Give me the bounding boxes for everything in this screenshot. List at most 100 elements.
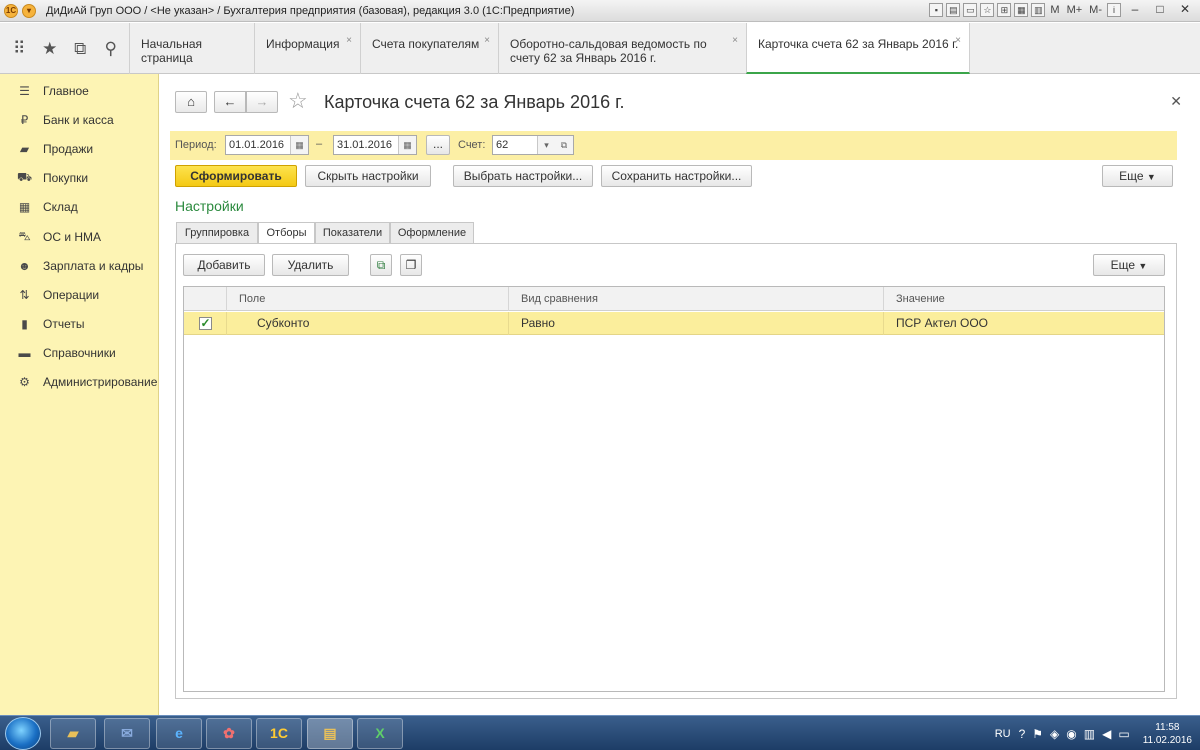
close-icon[interactable]: × bbox=[346, 34, 352, 48]
form-close-icon[interactable]: ✕ bbox=[1170, 93, 1182, 110]
calculator-icon[interactable]: ▥ bbox=[1031, 3, 1046, 17]
header-comparison[interactable]: Вид сравнения bbox=[508, 287, 883, 311]
minimize-button[interactable]: – bbox=[1124, 2, 1146, 18]
arrow-left-icon: ← bbox=[223, 94, 237, 109]
sidebar-item-label: Склад bbox=[43, 200, 78, 215]
tab-indicators[interactable]: Показатели bbox=[315, 222, 390, 244]
volume-icon[interactable]: ◀ bbox=[1102, 727, 1111, 741]
sidebar-item-admin[interactable]: ⚙ Администрирование bbox=[0, 368, 158, 397]
account-field[interactable]: 62 ▾ bbox=[492, 135, 556, 155]
security-icon[interactable]: ◈ bbox=[1050, 727, 1059, 741]
delete-filter-button[interactable]: Удалить bbox=[272, 254, 349, 276]
close-icon[interactable]: × bbox=[484, 34, 490, 48]
sidebar-item-assets[interactable]: ⛍ ОС и НМА bbox=[0, 222, 158, 251]
more-button[interactable]: Еще ▼ bbox=[1102, 165, 1173, 187]
back-button[interactable]: ← bbox=[214, 91, 246, 113]
row-value[interactable]: ПСР Актел ООО bbox=[883, 312, 1164, 335]
tab-home[interactable]: Начальная страница bbox=[129, 23, 254, 74]
grid-menu-icon[interactable]: ⠿ bbox=[7, 39, 31, 59]
chart-icon: ▮ bbox=[21, 317, 28, 332]
app-task[interactable]: ✿ bbox=[206, 718, 252, 749]
date-to-field[interactable]: 31.01.2016 ▦ bbox=[333, 135, 417, 155]
period-select-button[interactable]: ... bbox=[426, 135, 450, 155]
memory-m-button[interactable]: M bbox=[1048, 4, 1061, 16]
open-tabs-bar: ⠿ ★ ⧉ ⚲ Начальная страница Информация × … bbox=[0, 23, 1200, 74]
save-icon[interactable]: ▪ bbox=[929, 3, 944, 17]
sidebar-item-main[interactable]: ☰ Главное bbox=[0, 76, 158, 105]
print-icon[interactable]: ▤ bbox=[946, 3, 961, 17]
generate-button[interactable]: Сформировать bbox=[175, 165, 297, 187]
book-icon: ▬ bbox=[18, 346, 31, 361]
start-button[interactable] bbox=[5, 717, 41, 750]
excel-task[interactable]: X bbox=[357, 718, 403, 749]
chevron-down-icon[interactable]: ▾ bbox=[537, 136, 555, 154]
add-filter-button[interactable]: Добавить bbox=[183, 254, 265, 276]
header-field[interactable]: Поле bbox=[226, 287, 508, 311]
history-icon[interactable]: ⧉ bbox=[68, 39, 92, 59]
filters-more-button[interactable]: Еще ▼ bbox=[1093, 254, 1165, 276]
tab-grouping[interactable]: Группировка bbox=[176, 222, 258, 244]
close-icon[interactable]: × bbox=[955, 34, 961, 48]
home-button[interactable]: ⌂ bbox=[175, 91, 207, 113]
onec-task[interactable]: 1С bbox=[256, 718, 302, 749]
copy-button[interactable]: ❐ bbox=[400, 254, 422, 276]
sidebar-item-directories[interactable]: ▬ Справочники bbox=[0, 339, 158, 368]
calendar-icon[interactable]: ▦ bbox=[398, 136, 416, 154]
save-settings-button[interactable]: Сохранить настройки... bbox=[601, 165, 752, 187]
account-label: Счет: bbox=[458, 139, 486, 151]
sidebar-item-salary[interactable]: ☻ Зарплата и кадры bbox=[0, 251, 158, 280]
tab-turnover-sheet[interactable]: Оборотно-сальдовая ведомость по счету 62… bbox=[498, 23, 746, 74]
table-row[interactable]: ✓ Субконто Равно ПСР Актел ООО bbox=[184, 312, 1164, 335]
favorite-star-icon[interactable]: ☆ bbox=[288, 88, 308, 114]
search-icon[interactable]: ⚲ bbox=[99, 39, 123, 59]
close-icon[interactable]: × bbox=[732, 34, 738, 48]
add-group-button[interactable]: ⧉ bbox=[370, 254, 392, 276]
sidebar-item-sales[interactable]: ▰ Продажи bbox=[0, 134, 158, 163]
use-checkbox[interactable]: ✓ bbox=[199, 317, 212, 330]
row-comparison[interactable]: Равно bbox=[508, 312, 883, 335]
tab-info[interactable]: Информация × bbox=[254, 23, 360, 74]
tab-invoices[interactable]: Счета покупателям × bbox=[360, 23, 498, 74]
maximize-button[interactable]: □ bbox=[1149, 2, 1171, 18]
info-icon[interactable]: i bbox=[1107, 3, 1121, 17]
thunderbird-task[interactable]: ✉ bbox=[104, 718, 150, 749]
row-field[interactable]: Субконто bbox=[226, 312, 508, 335]
link-icon[interactable]: ⊞ bbox=[997, 3, 1012, 17]
monitor-icon[interactable]: ▭ bbox=[1118, 727, 1129, 741]
flag-icon[interactable]: ⚑ bbox=[1032, 727, 1043, 741]
app-menu-icon[interactable]: ▾ bbox=[22, 3, 36, 18]
window-close-button[interactable]: ✕ bbox=[1174, 2, 1196, 18]
forward-button[interactable]: → bbox=[246, 91, 278, 113]
memory-minus-button[interactable]: M- bbox=[1087, 4, 1104, 16]
question-icon[interactable]: ? bbox=[1019, 727, 1026, 741]
app-logo-icon: 1С bbox=[4, 3, 18, 18]
tab-appearance[interactable]: Оформление bbox=[390, 222, 474, 244]
favorites-star-icon[interactable]: ★ bbox=[38, 39, 62, 59]
date-from-field[interactable]: 01.01.2016 ▦ bbox=[225, 135, 309, 155]
account-open-button[interactable]: ⧉ bbox=[555, 135, 574, 155]
update-icon[interactable]: ◉ bbox=[1066, 727, 1076, 741]
sidebar-item-bank[interactable]: ₽ Банк и касса bbox=[0, 105, 158, 134]
hide-settings-button[interactable]: Скрыть настройки bbox=[305, 165, 431, 187]
tab-filters[interactable]: Отборы bbox=[258, 222, 315, 244]
preview-icon[interactable]: ▭ bbox=[963, 3, 978, 17]
sidebar-item-operations[interactable]: ⇅ Операции bbox=[0, 280, 158, 309]
choose-settings-button[interactable]: Выбрать настройки... bbox=[453, 165, 593, 187]
ie-task[interactable]: e bbox=[156, 718, 202, 749]
files-task[interactable]: ▤ bbox=[307, 718, 353, 749]
header-value[interactable]: Значение bbox=[883, 287, 1164, 311]
calendar-icon[interactable]: ▦ bbox=[290, 136, 308, 154]
clock[interactable]: 11:58 11.02.2016 bbox=[1143, 721, 1192, 747]
window-title: ДиДиАй Груп ООО / <Не указан> / Бухгалте… bbox=[46, 4, 575, 17]
favorites-icon[interactable]: ☆ bbox=[980, 3, 995, 17]
calendar-icon[interactable]: ▦ bbox=[1014, 3, 1029, 17]
network-icon[interactable]: ▥ bbox=[1084, 727, 1095, 741]
panel-tools: ⠿ ★ ⧉ ⚲ bbox=[0, 23, 130, 74]
explorer-task[interactable]: ▰ bbox=[50, 718, 96, 749]
tab-account-card[interactable]: Карточка счета 62 за Январь 2016 г. × bbox=[746, 23, 970, 74]
sidebar-item-reports[interactable]: ▮ Отчеты bbox=[0, 310, 158, 339]
sidebar-item-warehouse[interactable]: ▦ Склад bbox=[0, 193, 158, 222]
memory-plus-button[interactable]: M+ bbox=[1065, 4, 1085, 16]
language-indicator[interactable]: RU bbox=[995, 728, 1011, 740]
sidebar-item-purchases[interactable]: ⛟ Покупки bbox=[0, 164, 158, 193]
